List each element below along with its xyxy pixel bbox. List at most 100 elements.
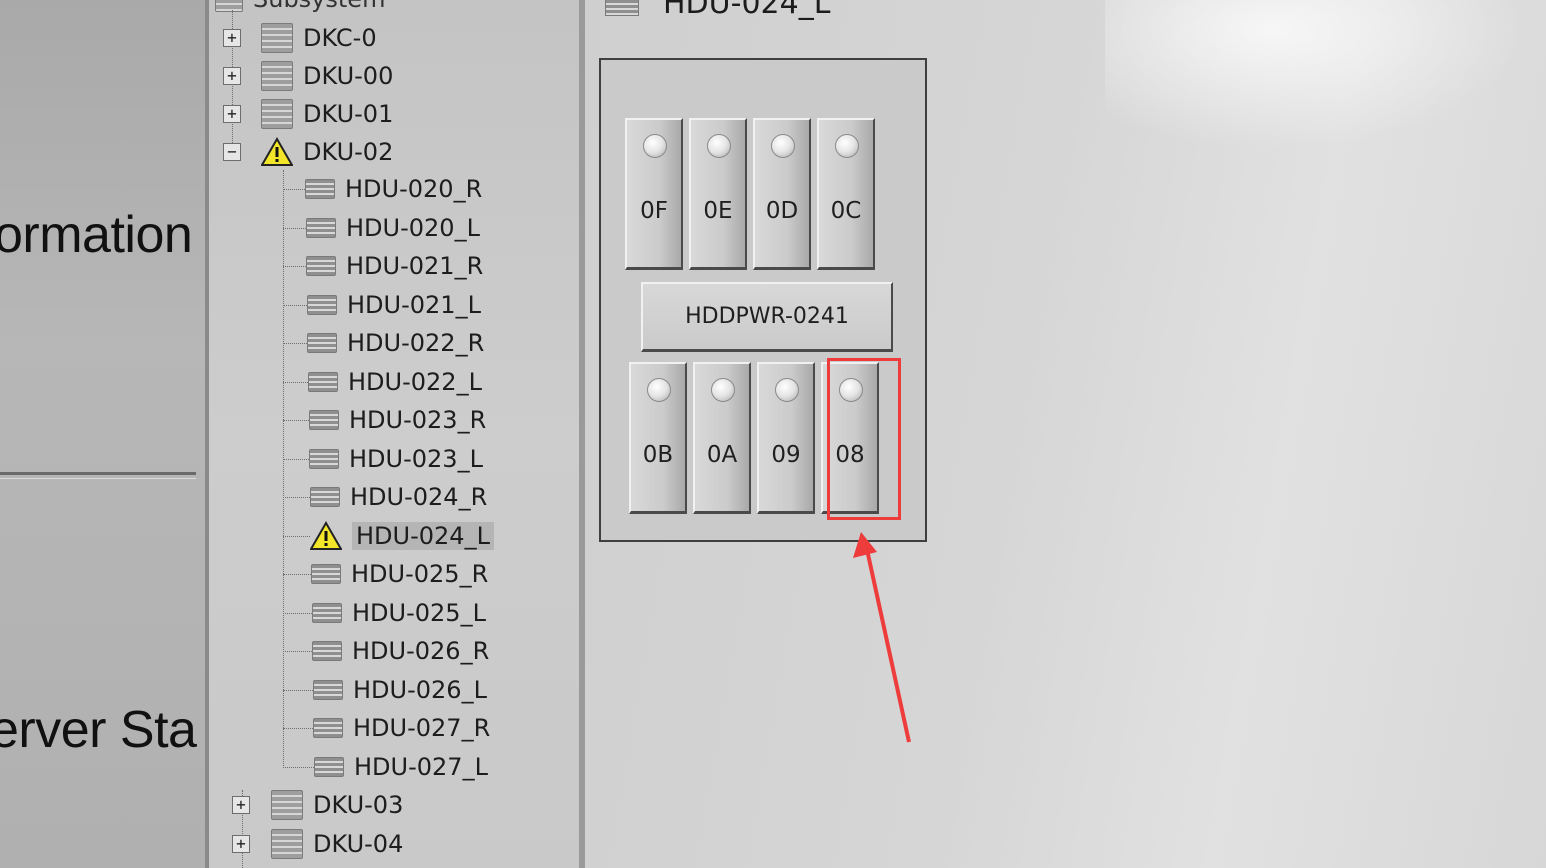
tree-item-label: HDU-022_L (348, 367, 482, 396)
hdu-icon (313, 718, 343, 738)
expand-toggle[interactable]: + (223, 29, 241, 47)
tree-item-hdu[interactable]: HDU-027_R (313, 711, 490, 745)
tree-item-label: HDU-020_L (346, 213, 480, 242)
tree-item-label: HDU-020_R (345, 175, 483, 203)
hdu-icon (311, 564, 341, 584)
disk-cabinet-icon (271, 790, 303, 820)
hdu-icon (309, 448, 339, 469)
panel-divider (0, 472, 196, 475)
tree-item-hdu[interactable]: HDU-026_L (313, 673, 487, 707)
tree-item-dku[interactable]: DKU-02 (261, 135, 393, 169)
subsystem-icon (215, 0, 243, 12)
tree-item-label: HDU-027_R (353, 714, 491, 742)
tree-item-dku[interactable]: DKU-03 (271, 788, 403, 822)
tree-item-label: HDU-023_L (349, 444, 483, 473)
tree-item-label: DKC-0 (303, 24, 377, 52)
tree-item-hdu[interactable]: HDU-024_L (310, 519, 494, 553)
tree-item-hdu[interactable]: HDU-024_R (310, 480, 487, 514)
tree-item-label: HDU-026_L (353, 675, 487, 704)
disk-cabinet-icon (271, 829, 303, 859)
hdu-icon (309, 410, 339, 430)
tree-item-hdu[interactable]: HDU-021_R (306, 249, 483, 283)
disk-cabinet-icon (261, 61, 293, 91)
tree-item-label: HDU-022_R (347, 329, 485, 357)
tree-item-hdu[interactable]: HDU-020_R (305, 172, 482, 206)
hdu-icon (307, 333, 337, 353)
hdu-icon (312, 602, 342, 623)
hdu-icon (308, 371, 338, 392)
tree-item-label: HDU-027_L (354, 752, 488, 781)
tree-item-label: HDU-023_R (349, 406, 487, 434)
tree-item-label: HDU-024_R (350, 483, 488, 511)
tree-item-label: DKU-04 (313, 830, 404, 858)
tree-connector (283, 535, 310, 537)
hdu-icon (306, 256, 336, 276)
tree-connector (283, 304, 307, 306)
tree-item-hdu[interactable]: HDU-020_L (306, 211, 480, 245)
hdu-icon (310, 487, 340, 507)
tree-item-hdu[interactable]: HDU-026_R (312, 634, 489, 668)
tree-root-subsystem[interactable]: Subsystem (215, 0, 385, 16)
hdu-icon (306, 217, 336, 238)
tree-item-label: DKU-00 (303, 62, 394, 90)
tree-connector (283, 343, 307, 344)
tree-item-label: DKU-01 (303, 100, 394, 128)
tree-item-label: HDU-025_L (352, 598, 486, 627)
tree-connector (283, 189, 305, 190)
tree-connector (283, 458, 309, 460)
tree-connector (283, 651, 312, 652)
tree-item-hdu[interactable]: HDU-023_R (309, 403, 486, 437)
disk-cabinet-icon (261, 23, 293, 53)
hdu-icon (314, 756, 344, 777)
tree-item-hdu[interactable]: HDU-023_L (309, 442, 483, 476)
tree-connector (283, 170, 284, 768)
tree-connector (283, 420, 309, 421)
tree-item-label: HDU-021_L (347, 290, 481, 319)
tree-root-label: Subsystem (253, 0, 385, 13)
tree-item-hdu[interactable]: HDU-027_L (314, 750, 488, 784)
warning-icon (261, 137, 293, 167)
tree-connector (283, 728, 313, 729)
tree-connector (283, 689, 313, 691)
tree-item-dku[interactable]: DKU-04 (271, 827, 403, 861)
tree-item-hdu[interactable]: HDU-025_R (311, 557, 488, 591)
tree-item-hdu[interactable]: HDU-021_L (307, 288, 481, 322)
hdu-icon (307, 294, 337, 315)
hdu-icon (313, 679, 343, 700)
component-tree[interactable]: Subsystem DKC-0 DKU-00 DKU-01 DKU-02 HDU-020… (205, 0, 585, 868)
tree-item-label: HDU-026_R (352, 637, 490, 665)
tree-item-label: HDU-025_R (351, 560, 489, 588)
tree-item-dku[interactable]: DKU-00 (261, 59, 393, 93)
hdu-icon (305, 179, 335, 199)
expand-toggle[interactable]: + (223, 67, 241, 85)
warning-icon (310, 520, 342, 551)
expand-toggle[interactable]: + (232, 835, 250, 853)
annotation-arrow (853, 532, 911, 743)
tree-item-label: DKU-03 (313, 791, 404, 819)
collapse-toggle[interactable]: − (223, 143, 241, 161)
panel-divider-highlight (0, 478, 196, 479)
information-heading: ormation (0, 206, 193, 264)
server-status-heading: erver Sta (0, 701, 197, 759)
tree-connector (283, 574, 311, 575)
disk-cabinet-icon (261, 99, 293, 129)
tree-item-dku[interactable]: DKC-0 (261, 21, 377, 55)
tree-item-label: DKU-02 (303, 138, 394, 166)
tree-item-hdu[interactable]: HDU-022_L (308, 365, 482, 399)
tree-connector (283, 497, 310, 498)
expand-toggle[interactable]: + (223, 105, 241, 123)
tree-item-hdu[interactable]: HDU-025_L (312, 596, 486, 630)
tree-item-hdu[interactable]: HDU-022_R (307, 326, 484, 360)
hdu-detail-panel: HDU-024_L 0F 0E 0D 0C HDDPWR-0241 0B 0A 09 08 (585, 0, 1546, 868)
tree-connector (283, 266, 306, 267)
tree-connector (283, 381, 308, 383)
tree-connector (283, 227, 306, 229)
tree-connector (283, 612, 312, 614)
expand-toggle[interactable]: + (232, 796, 250, 814)
left-info-panel: ormation erver Sta (0, 0, 205, 868)
hdu-icon (312, 641, 342, 661)
tree-item-dku[interactable]: DKU-01 (261, 97, 393, 131)
tree-connector (283, 766, 314, 768)
tree-item-label: HDU-021_R (346, 252, 484, 280)
tree-item-label: HDU-024_L (352, 521, 494, 550)
